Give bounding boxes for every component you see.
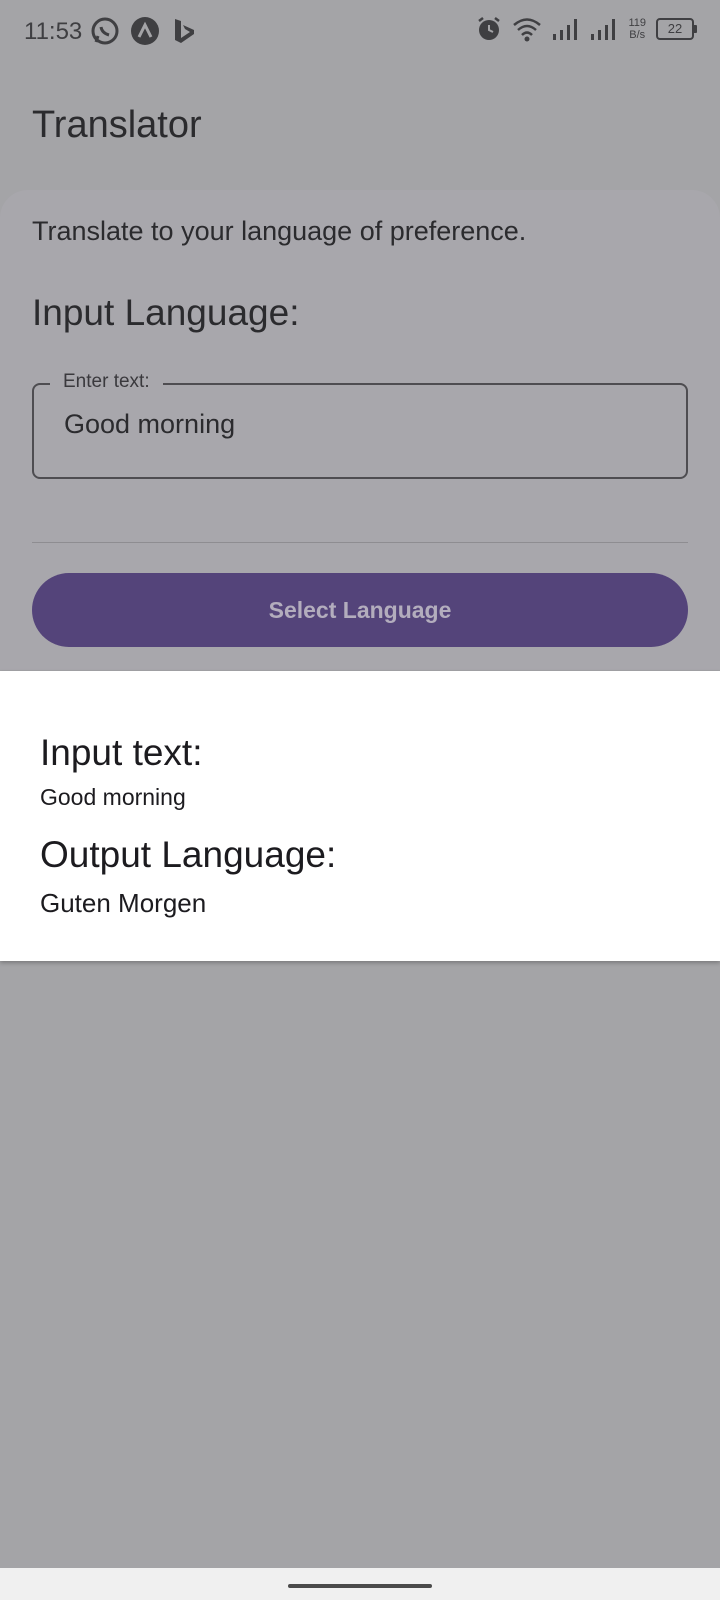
page-subtitle: Translate to your language of preference… xyxy=(32,216,527,246)
input-language-heading: Input Language: xyxy=(32,292,300,333)
signal-icon xyxy=(553,19,578,40)
signal-icon xyxy=(591,19,616,40)
whatsapp-icon xyxy=(91,17,119,45)
divider xyxy=(32,542,688,543)
bing-icon xyxy=(175,19,194,43)
enter-text-value[interactable]: Good morning xyxy=(64,409,235,440)
input-text-heading: Input text: xyxy=(40,732,203,773)
alarm-icon xyxy=(478,17,501,40)
network-speed: 119 B/s xyxy=(628,17,646,41)
input-text-value: Good morning xyxy=(40,784,186,810)
app-a-icon xyxy=(131,17,159,45)
wifi-icon xyxy=(513,18,542,42)
battery-icon: 22 xyxy=(656,18,697,40)
output-language-heading: Output Language: xyxy=(40,834,337,875)
status-bar: 11:53 119 B/s 22 xyxy=(0,0,720,64)
enter-text-field[interactable]: Enter text: Good morning xyxy=(32,371,688,479)
home-gesture-handle[interactable] xyxy=(288,1584,432,1588)
navigation-bar xyxy=(0,1568,720,1600)
app-title: Translator xyxy=(32,104,202,146)
system-icons: 119 B/s 22 xyxy=(476,16,697,42)
notification-icons xyxy=(90,16,198,46)
output-text-value: Guten Morgen xyxy=(40,888,207,918)
select-language-button[interactable]: Select Language xyxy=(32,573,688,647)
status-time: 11:53 xyxy=(24,18,83,45)
enter-text-label: Enter text: xyxy=(50,371,163,393)
